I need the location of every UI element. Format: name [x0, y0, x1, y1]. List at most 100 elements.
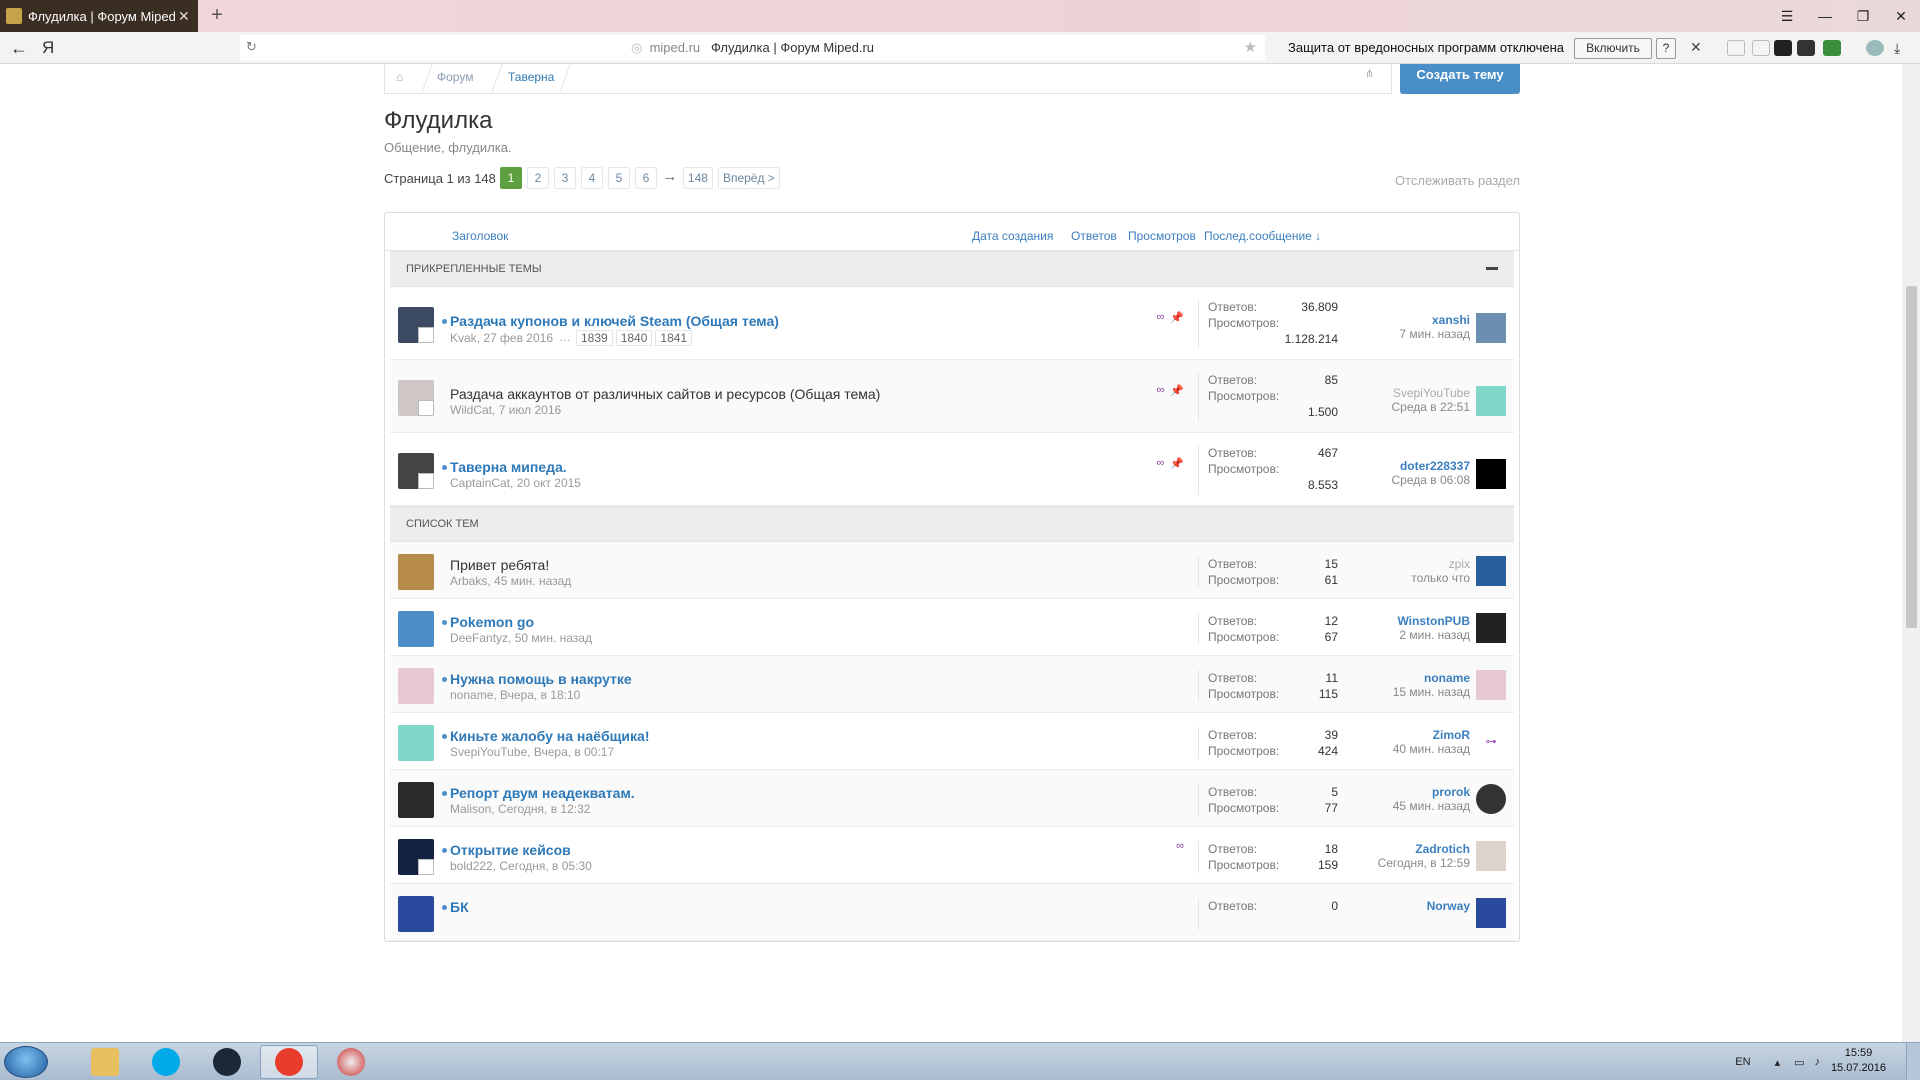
start-button[interactable] [4, 1046, 48, 1078]
page-scrollbar[interactable] [1902, 64, 1920, 1042]
yandex-logo-icon[interactable]: Я [42, 38, 54, 58]
last-post-user[interactable]: noname [1350, 671, 1470, 685]
author-avatar[interactable] [398, 839, 434, 875]
last-post-user[interactable]: zpix [1350, 557, 1470, 571]
last-post-time[interactable]: 2 мин. назад [1350, 628, 1470, 642]
last-post-user[interactable]: WinstonPUB [1350, 614, 1470, 628]
url-field[interactable]: ↻ ◎ miped.ru Флудилка | Форум Miped.ru ★ [240, 35, 1265, 61]
thread-title[interactable]: Репорт двум неадекватам. [450, 785, 635, 801]
last-post-user[interactable]: SvepiYouTube [1350, 386, 1470, 400]
thread-row[interactable]: Привет ребята! Arbaks, 45 мин. назад Отв… [390, 542, 1514, 599]
ghostery-extension-icon[interactable] [1774, 40, 1792, 56]
tray-expand-icon[interactable]: ▴ [1775, 1056, 1781, 1069]
thread-author[interactable]: SvepiYouTube [450, 745, 527, 759]
sitemap-icon[interactable]: ⋔ [1365, 67, 1381, 81]
thread-row[interactable]: Киньте жалобу на наёбщика! SvepiYouTube,… [390, 713, 1514, 770]
watch-forum-link[interactable]: Отслеживать раздел [1395, 173, 1520, 188]
next-page-button[interactable]: Вперёд > [717, 167, 780, 189]
new-tab-button[interactable]: + [206, 4, 228, 26]
bookmark-star-icon[interactable]: ★ [1244, 38, 1257, 56]
last-post-user[interactable]: ZimoR [1350, 728, 1470, 742]
last-post-time[interactable]: только что [1350, 571, 1470, 585]
shield-extension-icon[interactable] [1727, 40, 1745, 56]
thread-page-link[interactable]: 1841 [655, 330, 693, 346]
site-info-icon[interactable]: ◎ [631, 40, 642, 55]
thread-author[interactable]: noname [450, 688, 493, 702]
last-poster-avatar[interactable] [1476, 841, 1506, 871]
sort-views[interactable]: Просмотров [1128, 229, 1196, 243]
sticky-thread-row[interactable]: Таверна мипеда. CaptainCat, 20 окт 2015 … [390, 433, 1514, 506]
author-avatar[interactable] [398, 668, 434, 704]
create-thread-button[interactable]: Создать тему [1400, 64, 1520, 94]
last-post-time[interactable]: 45 мин. назад [1350, 799, 1470, 813]
last-post-time[interactable]: 7 мин. назад [1350, 327, 1470, 341]
yandex-browser-taskbar-icon[interactable] [260, 1045, 318, 1079]
home-icon[interactable]: ⌂ [396, 70, 403, 84]
thread-title[interactable]: Открытие кейсов [450, 842, 571, 858]
help-button[interactable]: ? [1656, 38, 1676, 59]
steam-taskbar-icon[interactable] [198, 1045, 256, 1079]
last-poster-avatar[interactable] [1476, 313, 1506, 343]
restore-icon[interactable]: ❐ [1844, 0, 1882, 32]
thread-title[interactable]: Киньте жалобу на наёбщика! [450, 728, 649, 744]
last-poster-avatar[interactable] [1476, 613, 1506, 643]
browser-tab-active[interactable]: Флудилка | Форум Miped ✕ [0, 0, 198, 32]
last-poster-avatar[interactable]: ⊶ [1476, 727, 1506, 757]
pager-jump-arrow[interactable]: → [661, 167, 678, 189]
page-link[interactable]: 1 [499, 167, 522, 189]
last-poster-avatar[interactable] [1476, 459, 1506, 489]
last-post-time[interactable]: Сегодня, в 12:59 [1350, 856, 1470, 870]
back-arrow-icon[interactable]: ← [10, 38, 28, 59]
language-indicator[interactable]: EN [1735, 1056, 1750, 1068]
sticky-thread-row[interactable]: Раздача аккаунтов от различных сайтов и … [390, 360, 1514, 433]
thread-row[interactable]: Открытие кейсов bold222, Сегодня, в 05:3… [390, 827, 1514, 884]
last-post-time[interactable]: Среда в 22:51 [1350, 400, 1471, 414]
thread-author[interactable]: Kvak [450, 331, 477, 345]
sticky-thread-row[interactable]: Раздача купонов и ключей Steam (Общая те… [390, 287, 1514, 360]
thread-page-link[interactable]: 1839 [576, 330, 613, 346]
last-post-time[interactable]: 40 мин. назад [1350, 742, 1470, 756]
minimize-icon[interactable]: — [1806, 0, 1844, 32]
thread-page-link[interactable]: 1840 [615, 330, 653, 346]
menu-icon[interactable]: ☰ [1768, 0, 1806, 32]
network-icon[interactable]: ▭ [1794, 1056, 1804, 1069]
breadcrumb-forum[interactable]: Форум [437, 70, 473, 84]
thread-author[interactable]: Malison [450, 802, 491, 816]
show-desktop-button[interactable] [1906, 1043, 1920, 1080]
thread-author[interactable]: WildCat [450, 403, 492, 417]
page-link[interactable]: 5 [607, 167, 630, 189]
thread-title[interactable]: Раздача купонов и ключей Steam (Общая те… [450, 313, 779, 329]
thread-title[interactable]: Pokemon go [450, 614, 534, 630]
page-link[interactable]: 4 [580, 167, 603, 189]
author-avatar[interactable] [398, 896, 434, 932]
enable-protection-button[interactable]: Включить [1574, 38, 1652, 59]
collapse-icon[interactable] [1486, 267, 1498, 270]
last-post-user[interactable]: xanshi [1350, 313, 1470, 327]
mail-extension-icon[interactable] [1797, 40, 1815, 56]
last-poster-avatar[interactable] [1476, 556, 1506, 586]
thread-row[interactable]: БК Ответов: 0 Norway [390, 884, 1514, 941]
clock[interactable]: 15:59 15.07.2016 [1831, 1046, 1886, 1076]
page-link[interactable]: 2 [526, 167, 549, 189]
thread-title[interactable]: Раздача аккаунтов от различных сайтов и … [450, 386, 880, 402]
thread-author[interactable]: Arbaks [450, 574, 487, 588]
page-link[interactable]: 6 [634, 167, 657, 189]
last-post-user[interactable]: Zadrotich [1350, 842, 1470, 856]
author-avatar[interactable] [398, 307, 434, 343]
author-avatar[interactable] [398, 380, 434, 416]
thread-title[interactable]: Привет ребята! [450, 557, 549, 573]
thread-row[interactable]: Pokemon go DeeFantyz, 50 мин. назад Отве… [390, 599, 1514, 656]
author-avatar[interactable] [398, 782, 434, 818]
sort-replies[interactable]: Ответов [1071, 229, 1117, 243]
last-page-link[interactable]: 148 [682, 167, 713, 189]
thread-title[interactable]: Нужна помощь в накрутке [450, 671, 632, 687]
page-link[interactable]: 3 [553, 167, 576, 189]
adguard-extension-icon[interactable] [1752, 40, 1770, 56]
thread-author[interactable]: bold222 [450, 859, 493, 873]
last-poster-avatar[interactable] [1476, 386, 1506, 416]
last-poster-avatar[interactable] [1476, 784, 1506, 814]
skype-taskbar-icon[interactable] [137, 1045, 195, 1079]
volume-icon[interactable]: ♪ [1815, 1056, 1821, 1068]
thread-author[interactable]: CaptainCat [450, 476, 510, 490]
default-avatar-icon[interactable] [398, 611, 434, 647]
